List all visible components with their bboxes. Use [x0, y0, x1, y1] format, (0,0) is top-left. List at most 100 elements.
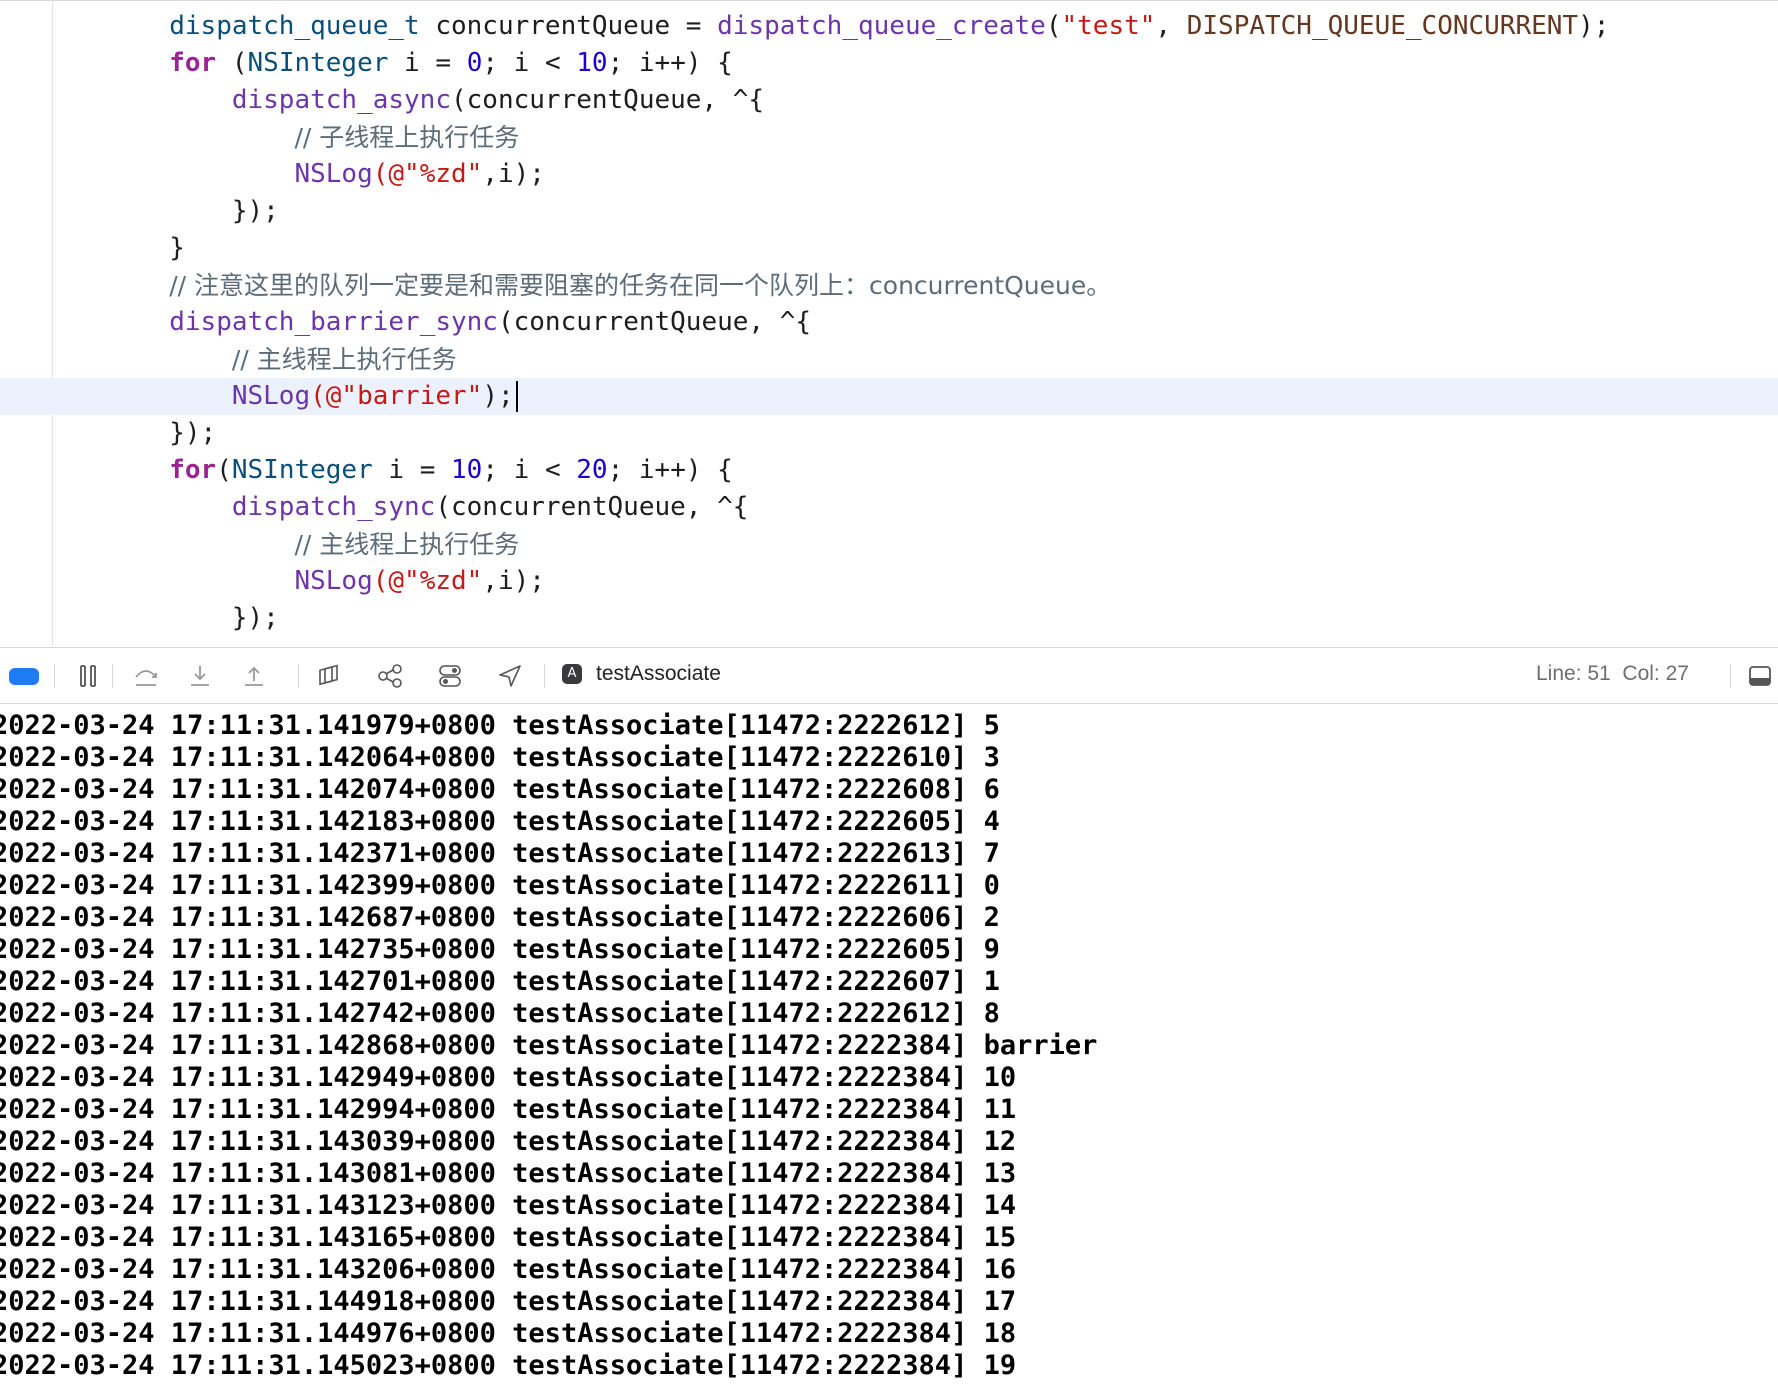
step-out-icon — [245, 666, 263, 686]
token-f: NSLog — [231, 381, 311, 411]
code-text: // 注意这里的队列一定要是和需要阻塞的任务在同一个队列上：concurrent… — [44, 267, 1111, 305]
code-text: }); — [44, 415, 216, 452]
token: ( — [216, 48, 248, 78]
code-line[interactable]: // 注意这里的队列一定要是和需要阻塞的任务在同一个队列上：concurrent… — [0, 267, 1778, 304]
console-log-line: 2022-03-24 17:11:31.142994+0800 testAsso… — [0, 1094, 1017, 1125]
token: i = — [388, 48, 467, 78]
code-text: NSLog(@"%zd",i); — [44, 156, 544, 193]
code-text: dispatch_barrier_sync(concurrentQueue, ^… — [44, 304, 811, 341]
source-editor[interactable]: dispatch_queue_t concurrentQueue = dispa… — [0, 0, 1778, 646]
code-line-current[interactable]: NSLog(@"barrier"); — [0, 378, 1778, 415]
console-log-line: 2022-03-24 17:11:31.142074+0800 testAsso… — [0, 774, 1000, 805]
debug-bar: A testAssociate Line: 51 Col: 27 — [0, 647, 1778, 704]
token-t: NSInteger — [247, 48, 389, 78]
step-over-button[interactable] — [130, 660, 162, 692]
code-line[interactable]: NSLog(@"%zd",i); — [0, 563, 1778, 600]
code-line[interactable]: // 主线程上执行任务 — [0, 526, 1778, 563]
toolbar-divider — [544, 664, 545, 688]
memory-graph-button[interactable] — [374, 660, 406, 692]
step-out-button[interactable] — [238, 660, 270, 692]
token: , — [1155, 11, 1187, 41]
environment-overrides-icon — [439, 665, 461, 687]
code-line[interactable]: for(NSInteger i = 10; i < 20; i++) { — [0, 452, 1778, 489]
token-c: // 主线程上执行任务 — [294, 530, 520, 559]
console-log-line: 2022-03-24 17:11:31.143123+0800 testAsso… — [0, 1190, 1017, 1221]
console-log-line: 2022-03-24 17:11:31.142735+0800 testAsso… — [0, 934, 1000, 965]
token: i = — [372, 455, 452, 485]
token-c: // 主线程上执行任务 — [231, 345, 457, 374]
token-n: 10 — [451, 455, 483, 485]
code-line[interactable]: // 子线程上执行任务 — [0, 119, 1778, 156]
token: ; i < — [482, 455, 577, 485]
debug-console[interactable]: 2022-03-24 17:11:31.141979+0800 testAsso… — [0, 704, 1778, 1386]
console-log-line: 2022-03-24 17:11:31.142399+0800 testAsso… — [0, 870, 1000, 901]
code-line[interactable]: }); — [0, 193, 1778, 230]
code-text: // 主线程上执行任务 — [44, 341, 457, 379]
token-s: "test" — [1061, 11, 1156, 41]
app-icon: A — [562, 664, 582, 684]
token-c: // 注意这里的队列一定要是和需要阻塞的任务在同一个队列上：concurrent… — [169, 271, 1112, 300]
token: ); — [1578, 11, 1610, 41]
console-log-line: 2022-03-24 17:11:31.142701+0800 testAsso… — [0, 966, 1000, 997]
token: (concurrentQueue, ^{ — [497, 307, 812, 337]
code-line[interactable]: // 主线程上执行任务 — [0, 341, 1778, 378]
token: }); — [169, 418, 217, 448]
token-k: for — [169, 455, 217, 485]
memory-graph-icon — [378, 664, 402, 688]
console-log-line: 2022-03-24 17:11:31.144918+0800 testAsso… — [0, 1286, 1017, 1317]
token: (concurrentQueue, ^{ — [451, 85, 765, 115]
console-log-line: 2022-03-24 17:11:31.143081+0800 testAsso… — [0, 1158, 1017, 1189]
process-selector[interactable]: testAssociate — [596, 662, 721, 686]
token: } — [169, 233, 185, 263]
token: }); — [231, 603, 279, 633]
code-text: }); — [44, 193, 279, 230]
console-log-line: 2022-03-24 17:11:31.143165+0800 testAsso… — [0, 1222, 1017, 1253]
code-line[interactable]: dispatch_sync(concurrentQueue, ^{ — [0, 489, 1778, 526]
code-line[interactable]: }); — [0, 600, 1778, 637]
token-f: NSLog — [294, 159, 373, 189]
code-line[interactable]: NSLog(@"%zd",i); — [0, 156, 1778, 193]
step-into-icon — [191, 666, 209, 686]
code-line[interactable]: dispatch_queue_t concurrentQueue = dispa… — [0, 8, 1778, 45]
environment-overrides-button[interactable] — [434, 660, 466, 692]
console-log-line: 2022-03-24 17:11:31.142183+0800 testAsso… — [0, 806, 1000, 837]
token-f: dispatch_sync — [231, 492, 436, 522]
token-f: dispatch_async — [231, 85, 451, 115]
token-k: for — [169, 48, 217, 78]
code-text: dispatch_queue_t concurrentQueue = dispa… — [44, 8, 1609, 45]
code-text: // 子线程上执行任务 — [44, 119, 519, 157]
console-log-line: 2022-03-24 17:11:31.144976+0800 testAsso… — [0, 1318, 1017, 1349]
code-line[interactable]: } — [0, 230, 1778, 267]
code-line[interactable]: dispatch_barrier_sync(concurrentQueue, ^… — [0, 304, 1778, 341]
view-hierarchy-button[interactable] — [314, 660, 346, 692]
code-line[interactable]: }); — [0, 415, 1778, 452]
editor-top-divider — [0, 0, 1778, 1]
console-log-line: 2022-03-24 17:11:31.142868+0800 testAsso… — [0, 1030, 1098, 1061]
pause-button[interactable] — [72, 660, 104, 692]
token: ); — [482, 381, 514, 411]
code-line[interactable]: dispatch_async(concurrentQueue, ^{ — [0, 82, 1778, 119]
step-into-button[interactable] — [184, 660, 216, 692]
breakpoint-toggle-button[interactable] — [8, 660, 40, 692]
panel-toggle-button[interactable] — [1748, 665, 1772, 687]
code-line[interactable]: for (NSInteger i = 0; i < 10; i++) { — [0, 45, 1778, 82]
console-log-line: 2022-03-24 17:11:31.143206+0800 testAsso… — [0, 1254, 1017, 1285]
simulate-location-button[interactable] — [494, 660, 526, 692]
toolbar-divider — [298, 664, 299, 688]
code-text: for(NSInteger i = 10; i < 20; i++) { — [44, 452, 733, 489]
panel-toggle-icon — [1749, 666, 1771, 686]
token: concurrentQueue = — [419, 11, 718, 41]
